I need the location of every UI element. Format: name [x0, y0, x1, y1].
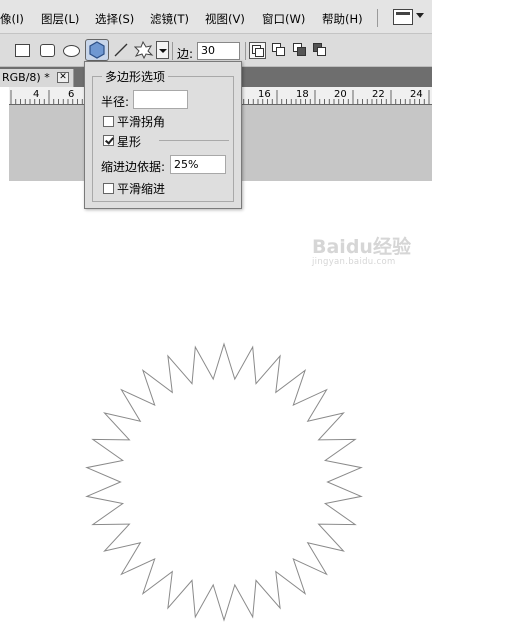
- star-shape[interactable]: [0, 0, 507, 622]
